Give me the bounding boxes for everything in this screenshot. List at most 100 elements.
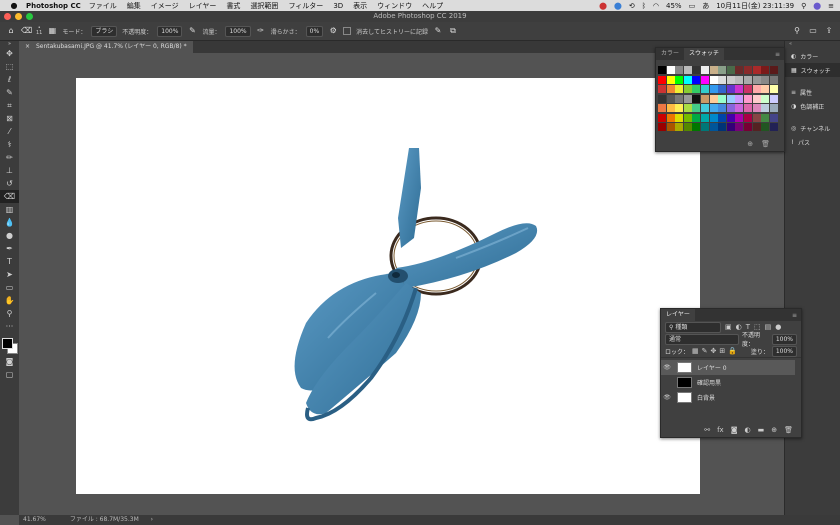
layers-panel-menu-icon[interactable]: ≡ [792, 312, 801, 319]
swatch[interactable] [718, 94, 727, 103]
swatch[interactable] [718, 66, 727, 74]
swatch[interactable] [692, 94, 701, 103]
swatch[interactable] [752, 85, 761, 93]
history-brush-tool-icon[interactable]: ↺ [0, 177, 19, 190]
eraser-tool-icon[interactable]: ⌫ [0, 190, 19, 203]
swatch[interactable] [666, 85, 675, 93]
swatch[interactable] [744, 85, 752, 93]
swatch[interactable] [735, 85, 744, 93]
swatch[interactable] [666, 66, 675, 74]
swatch[interactable] [701, 66, 709, 74]
swatch[interactable] [658, 113, 666, 122]
swatch[interactable] [683, 104, 692, 112]
swatch[interactable] [658, 123, 666, 131]
menu-3d[interactable]: 3D [333, 2, 343, 10]
dock-swatches[interactable]: ▦ スウォッチ [785, 63, 840, 77]
smoothing-input[interactable]: 0% [305, 25, 324, 37]
swatch[interactable] [683, 123, 692, 131]
brush-settings-icon[interactable]: ▦ [47, 26, 57, 36]
shape-tool-icon[interactable]: ▭ [0, 281, 19, 294]
more-tools-icon[interactable]: ··· [0, 320, 19, 333]
swatch[interactable] [735, 75, 744, 84]
swatch[interactable] [735, 66, 744, 74]
swatch[interactable] [744, 123, 752, 131]
swatch[interactable] [735, 104, 744, 112]
time-machine-icon[interactable]: ⟲ [629, 2, 635, 10]
pressure-size-icon[interactable]: ✎ [433, 26, 443, 36]
filter-toggle-icon[interactable]: ● [775, 323, 781, 331]
dock-collapse-icon[interactable]: « [785, 41, 840, 49]
smoothing-options-gear-icon[interactable]: ⚙ [328, 26, 338, 36]
swatch[interactable] [744, 94, 752, 103]
zoom-window-icon[interactable] [26, 13, 33, 20]
new-group-icon[interactable]: ▬ [758, 426, 765, 434]
new-swatch-icon[interactable]: ⊕ [747, 140, 753, 148]
swatch[interactable] [701, 123, 709, 131]
swatch[interactable] [726, 123, 735, 131]
minimize-window-icon[interactable] [15, 13, 22, 20]
swatch[interactable] [744, 104, 752, 112]
layer-name[interactable]: 白背景 [697, 393, 715, 402]
menu-window[interactable]: ウィンドウ [377, 1, 412, 11]
swatch[interactable] [666, 104, 675, 112]
swatch[interactable] [726, 66, 735, 74]
swatch[interactable] [709, 66, 718, 74]
apple-menu-icon[interactable]: ● [8, 1, 20, 10]
pen-tool-icon[interactable]: ✒ [0, 242, 19, 255]
eyedropper-tool-icon[interactable]: ⁄ [0, 125, 19, 138]
healing-brush-tool-icon[interactable]: ⚕ [0, 138, 19, 151]
wifi-icon[interactable]: ◠ [653, 2, 659, 10]
spotlight-icon[interactable]: ⚲ [801, 2, 806, 10]
menu-layer[interactable]: レイヤー [189, 1, 217, 11]
swatch[interactable] [692, 66, 701, 74]
swatch[interactable] [709, 104, 718, 112]
blur-tool-icon[interactable]: 💧 [0, 216, 19, 229]
pressure-opacity-icon[interactable]: ✎ [187, 26, 197, 36]
siri-icon[interactable]: ⬤ [813, 2, 821, 10]
eraser-tool-preset-icon[interactable]: ⌫ [21, 26, 32, 36]
color-swatches[interactable] [0, 333, 19, 355]
swatch[interactable] [701, 104, 709, 112]
swatch[interactable] [683, 94, 692, 103]
delete-layer-icon[interactable]: 🗑 [784, 426, 793, 434]
filter-pixel-icon[interactable]: ▣ [725, 323, 732, 331]
new-layer-icon[interactable]: ⊕ [771, 426, 777, 434]
swatch[interactable] [666, 113, 675, 122]
blend-mode-select[interactable]: 通常 [665, 333, 740, 345]
brush-preset-picker[interactable]: • 11 [36, 26, 42, 36]
swatch[interactable] [761, 113, 770, 122]
swatch[interactable] [675, 104, 684, 112]
swatch[interactable] [761, 66, 770, 74]
dock-adjustments[interactable]: ◑ 色調補正 [785, 99, 840, 113]
swatch[interactable] [718, 123, 727, 131]
swatch[interactable] [666, 75, 675, 84]
close-tab-icon[interactable]: × [25, 43, 30, 50]
layer-name[interactable]: レイヤー 0 [697, 363, 727, 372]
swatch[interactable] [675, 123, 684, 131]
new-adjustment-layer-icon[interactable]: ◐ [745, 426, 751, 434]
layer-row-2[interactable]: 👁 白背景 [661, 390, 795, 405]
swatch[interactable] [666, 123, 675, 131]
swatch[interactable] [701, 85, 709, 93]
airbrush-icon[interactable]: ✑ [256, 26, 266, 36]
tab-color[interactable]: カラー [656, 48, 684, 60]
swatch[interactable] [726, 75, 735, 84]
tab-swatches[interactable]: スウォッチ [684, 48, 725, 60]
visibility-eye-icon[interactable]: 👁 [661, 394, 673, 401]
menu-help[interactable]: ヘルプ [422, 1, 443, 11]
app-menu[interactable]: Photoshop CC [26, 2, 81, 10]
swatch[interactable] [752, 94, 761, 103]
notification-center-icon[interactable]: ≡ [828, 2, 834, 10]
swatch[interactable] [709, 123, 718, 131]
panel-menu-icon[interactable]: ≡ [775, 51, 784, 58]
swatch[interactable] [658, 75, 666, 84]
clock[interactable]: 10月11日(金) 23:11:39 [716, 1, 794, 11]
layer-style-fx-icon[interactable]: fx [717, 426, 724, 434]
menu-view[interactable]: 表示 [353, 1, 367, 11]
layer-name[interactable]: 確認用黒 [697, 378, 721, 387]
swatch[interactable] [726, 94, 735, 103]
swatch[interactable] [744, 113, 752, 122]
symmetry-icon[interactable]: ⧉ [448, 26, 458, 36]
quick-selection-tool-icon[interactable]: ✎ [0, 86, 19, 99]
layer-row-0[interactable]: 👁 レイヤー 0 [661, 360, 795, 375]
